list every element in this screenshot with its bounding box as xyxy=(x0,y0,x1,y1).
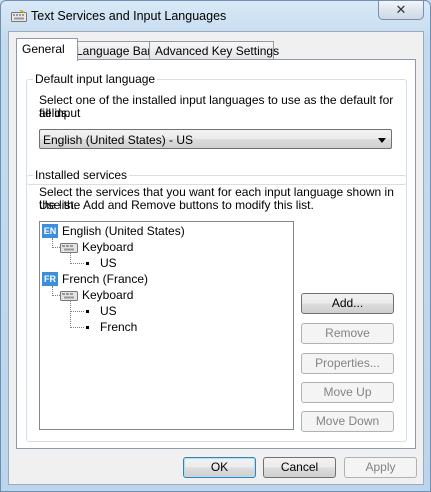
layout-label: US xyxy=(100,256,117,270)
language-name: English (United States) xyxy=(62,224,185,238)
category-label: Keyboard xyxy=(82,288,134,302)
tab-advanced-key-settings[interactable]: Advanced Key Settings xyxy=(149,41,279,60)
installed-services-description-line2: Use the Add and Remove buttons to modify… xyxy=(39,198,314,212)
default-input-description-line1: Select one of the installed input langua… xyxy=(39,93,394,120)
close-button[interactable]: ✕ xyxy=(378,1,424,20)
properties-button[interactable]: Properties... xyxy=(301,353,394,374)
category-label: Keyboard xyxy=(82,240,134,254)
apply-button[interactable]: Apply xyxy=(344,457,417,478)
layout-label: French xyxy=(100,320,138,334)
bullet-icon xyxy=(86,310,89,313)
tree-item-english[interactable]: EN English (United States) xyxy=(42,223,290,239)
tab-language-bar[interactable]: Language Bar xyxy=(70,41,159,60)
dialog-client-area: General Language Bar Advanced Key Settin… xyxy=(8,31,424,485)
default-input-language-legend: Default input language xyxy=(33,72,158,86)
installed-services-group: Installed services Select the services t… xyxy=(26,168,407,442)
installed-services-tree[interactable]: EN English (United States) Keyboard US F… xyxy=(39,221,294,430)
language-badge-en: EN xyxy=(42,224,58,238)
general-tab-panel: Default input language Select one of the… xyxy=(16,59,416,449)
tree-connector xyxy=(70,263,84,264)
bullet-icon xyxy=(86,326,89,329)
keyboard-app-icon xyxy=(11,10,27,22)
move-up-button[interactable]: Move Up xyxy=(301,382,394,403)
add-button[interactable]: Add... xyxy=(301,293,394,314)
layout-label: US xyxy=(100,304,117,318)
cancel-button[interactable]: Cancel xyxy=(263,457,336,478)
language-badge-fr: FR xyxy=(42,272,58,286)
bullet-icon xyxy=(86,262,89,265)
default-input-language-dropdown[interactable]: English (United States) - US xyxy=(39,129,392,149)
default-input-description-line2: fields. xyxy=(39,106,71,120)
close-icon: ✕ xyxy=(395,2,407,17)
keyboard-icon xyxy=(60,243,78,253)
default-input-language-value: English (United States) - US xyxy=(43,133,194,147)
tree-connector xyxy=(70,327,84,328)
installed-services-legend: Installed services xyxy=(33,168,130,182)
move-down-button[interactable]: Move Down xyxy=(301,411,394,432)
remove-button[interactable]: Remove xyxy=(301,323,394,344)
keyboard-icon xyxy=(60,291,78,301)
tab-general[interactable]: General xyxy=(16,38,78,61)
ok-button[interactable]: OK xyxy=(183,457,256,478)
chevron-down-icon xyxy=(378,138,386,143)
language-name: French (France) xyxy=(62,272,149,286)
dialog-window: Text Services and Input Languages ✕ Gene… xyxy=(0,0,431,492)
tree-connector xyxy=(70,311,84,312)
tree-connector xyxy=(70,301,71,328)
title-bar[interactable]: Text Services and Input Languages ✕ xyxy=(1,1,430,31)
tree-item-french[interactable]: FR French (France) xyxy=(42,271,290,287)
window-title: Text Services and Input Languages xyxy=(31,9,227,23)
